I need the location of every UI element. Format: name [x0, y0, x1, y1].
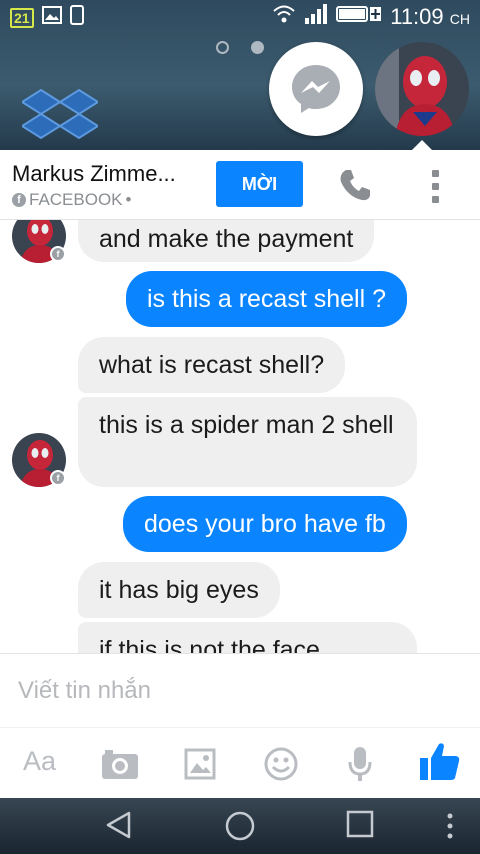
- pager-dot-active: [251, 41, 264, 54]
- microphone-icon[interactable]: [348, 746, 372, 787]
- composer: Aa: [0, 653, 480, 798]
- message-bubble-incoming[interactable]: this is a spider man 2 shell: [78, 397, 417, 487]
- contact-source-label: FACEBOOK: [29, 190, 123, 209]
- back-icon[interactable]: [104, 810, 134, 845]
- message-bubble-incoming[interactable]: if this is not the face: [78, 622, 417, 653]
- contact-source: f FACEBOOK •: [12, 190, 131, 210]
- messenger-chathead-button[interactable]: [269, 42, 363, 136]
- emoji-icon[interactable]: [264, 747, 298, 786]
- message-bubble-incoming[interactable]: it has big eyes: [78, 562, 280, 618]
- message-bubble-incoming[interactable]: what is recast shell?: [78, 337, 346, 393]
- overflow-icon[interactable]: [446, 812, 454, 845]
- phone-icon: [69, 5, 84, 30]
- spiderman-avatar-image: [375, 42, 469, 136]
- camera-icon[interactable]: [101, 748, 139, 785]
- invite-button[interactable]: MỜI: [216, 161, 303, 207]
- pager-dots: [216, 41, 264, 54]
- conversation-header: Markus Zimme... f FACEBOOK • MỜI: [0, 150, 480, 220]
- image-icon[interactable]: [184, 748, 216, 785]
- wifi-icon: [272, 4, 296, 30]
- composer-toolbar: Aa: [0, 727, 480, 797]
- more-options-icon[interactable]: [432, 170, 439, 203]
- gallery-icon: [41, 6, 62, 29]
- facebook-badge-icon: f: [50, 470, 66, 486]
- recents-icon[interactable]: [346, 810, 374, 843]
- contact-name[interactable]: Markus Zimme...: [12, 161, 202, 187]
- messenger-icon: [292, 65, 340, 113]
- clock: 11:09 CH: [390, 4, 470, 29]
- dropbox-icon[interactable]: [20, 88, 100, 153]
- battery-icon: [336, 4, 382, 30]
- call-icon[interactable]: [338, 168, 372, 207]
- thumbs-up-icon[interactable]: [419, 740, 461, 787]
- status-bar: 21 11:09 CH: [0, 0, 480, 32]
- message-list[interactable]: f and make the payment is this a recast …: [0, 220, 480, 653]
- text-format-button[interactable]: Aa: [23, 746, 56, 777]
- signal-icon: [304, 4, 328, 30]
- home-icon[interactable]: [224, 810, 256, 847]
- contact-source-suffix: •: [125, 190, 132, 209]
- pager-dot: [216, 41, 229, 54]
- facebook-icon: f: [12, 193, 26, 207]
- message-bubble-outgoing[interactable]: is this a recast shell ?: [126, 271, 407, 327]
- message-input[interactable]: [0, 653, 480, 727]
- message-bubble-incoming[interactable]: and make the payment: [78, 220, 375, 262]
- facebook-badge-icon: f: [50, 246, 66, 262]
- navigation-bar: [0, 798, 480, 854]
- notification-badge: 21: [10, 7, 34, 28]
- contact-chathead[interactable]: [375, 42, 469, 136]
- header-pointer: [412, 140, 432, 150]
- message-bubble-outgoing[interactable]: does your bro have fb: [123, 496, 407, 552]
